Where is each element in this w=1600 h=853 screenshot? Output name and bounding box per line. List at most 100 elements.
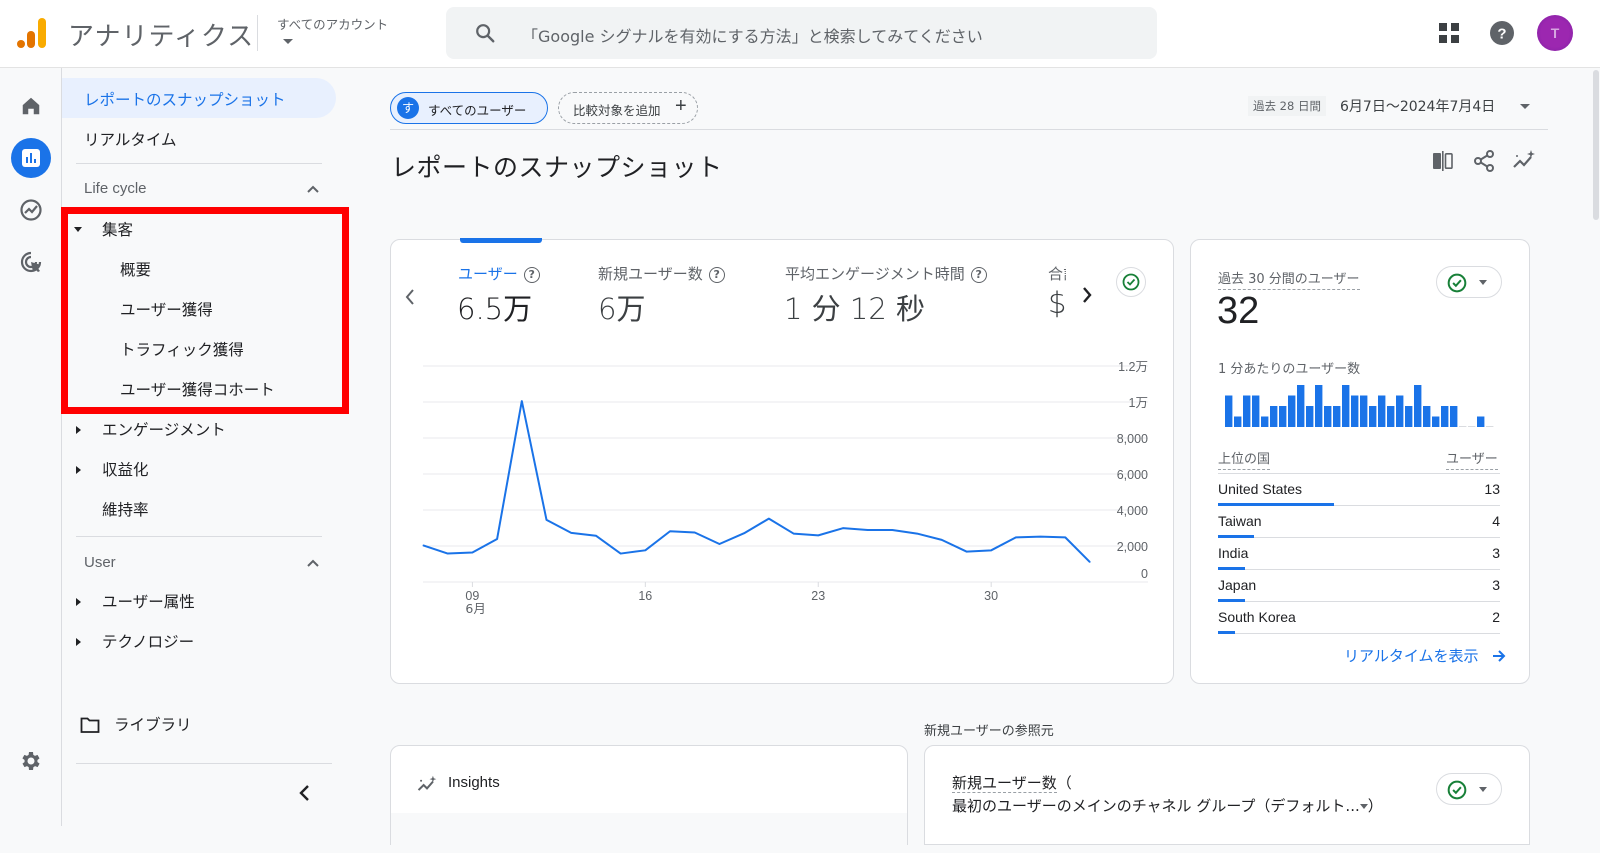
per-minute-bar[interactable] [1324,406,1332,427]
per-minute-bar[interactable] [1405,406,1413,427]
per-minute-bar[interactable] [1270,406,1278,427]
per-minute-bar[interactable] [1279,406,1287,427]
app-title: アナリティクス [68,22,255,52]
insights-sparkle-icon[interactable] [1511,148,1537,174]
per-minute-bar[interactable] [1333,406,1341,427]
per-minute-bar[interactable] [1261,416,1269,428]
account-selector[interactable]: すべてのアカウント [277,14,388,44]
nav-item-technology[interactable]: テクノロジー [102,630,194,652]
caret-right-icon[interactable] [76,426,81,434]
source-status-dropdown[interactable] [1436,773,1502,805]
y-tick-label: 2,000 [1117,540,1148,554]
page-scrollbar[interactable] [1593,70,1599,220]
metric-status-button[interactable] [1116,267,1146,297]
view-realtime-link[interactable]: リアルタイムを表示 [1344,645,1507,666]
analytics-logo[interactable] [16,17,48,49]
nav-item-demographics[interactable]: ユーザー属性 [102,590,195,612]
caret-down-icon[interactable] [1359,804,1368,809]
nav-item-engagement[interactable]: エンゲージメント [102,418,226,440]
help-icon[interactable]: ? [1489,20,1515,46]
series-line-users[interactable] [422,400,1091,563]
share-icon[interactable] [1471,148,1497,174]
chevron-up-icon[interactable] [306,182,320,196]
per-minute-bar[interactable] [1378,395,1386,428]
page-title: レポートのスナップショット [391,153,723,182]
caret-right-icon[interactable] [76,598,81,606]
per-minute-bar[interactable] [1396,395,1404,428]
apps-grid-icon[interactable] [1436,20,1462,46]
country-name: Japan [1218,577,1257,593]
data-point [570,532,572,534]
countries-header[interactable]: 上位の国 [1218,448,1271,470]
date-preset-badge: 過去 28 日間 [1248,96,1326,116]
country-row: India 3 [1218,538,1500,570]
per-minute-bar[interactable] [1351,395,1359,428]
per-minute-bar[interactable] [1360,395,1368,428]
per-minute-bar[interactable] [1468,426,1476,427]
metric-value: 6万 [598,292,646,326]
source-dimension-label[interactable]: 最初のユーザーのメインのチャネル グループ（デフォルト... [952,797,1360,815]
nav-item-monetization[interactable]: 収益化 [102,458,149,480]
divider [76,763,332,764]
chevron-left-icon[interactable] [404,288,416,306]
target-cursor-icon [20,251,42,273]
rail-settings[interactable] [11,741,51,781]
per-minute-bar[interactable] [1387,406,1395,427]
per-minute-bar[interactable] [1432,416,1440,428]
per-minute-bar[interactable] [1477,416,1485,428]
help-icon[interactable]: ? [523,267,540,283]
y-tick-label: 1.2万 [1118,360,1148,374]
nav-item-snapshot[interactable]: レポートのスナップショット [62,78,336,118]
help-icon[interactable]: ? [708,267,725,283]
chevron-right-icon[interactable] [1081,286,1093,304]
divider [76,536,322,537]
data-point [842,527,844,529]
per-minute-bar[interactable] [1486,426,1494,427]
realtime-status-dropdown[interactable] [1436,266,1502,298]
section-caption-new-user-source: 新規ユーザーの参照元 [924,724,1054,739]
caret-down-icon[interactable] [1520,104,1530,109]
caret-right-icon[interactable] [76,638,81,646]
per-minute-bar[interactable] [1243,395,1251,428]
per-minute-bar[interactable] [1315,385,1323,427]
per-minute-bar[interactable] [1252,395,1260,428]
check-circle-icon [1122,273,1140,291]
add-comparison-button[interactable]: 比較対象を追加 + [558,92,698,124]
per-minute-bar[interactable] [1306,406,1314,427]
chevron-up-icon[interactable] [306,556,320,570]
metric-tab-total[interactable]: 合計 $ [1048,258,1066,322]
per-minute-bar[interactable] [1441,406,1449,427]
date-range-picker[interactable]: 6月7日～2024年7月4日 [1340,96,1495,116]
country-row: United States 13 [1218,474,1500,506]
users-header[interactable]: ユーザー [1446,448,1498,470]
compare-columns-icon[interactable] [1430,148,1456,174]
country-users: 2 [1492,609,1500,625]
per-minute-bar[interactable] [1342,385,1350,427]
rail-advertising[interactable] [11,242,51,282]
per-minute-bar[interactable] [1225,395,1233,428]
new-user-source-title[interactable]: 新規ユーザー数（ 最初のユーザーのメインのチャネル グループ（デフォルト... ） [952,772,1383,818]
help-icon[interactable]: ? [970,267,987,283]
nav-item-library[interactable]: ライブラリ [114,713,192,735]
rail-explore[interactable] [11,190,51,230]
per-minute-bar[interactable] [1423,406,1431,427]
caret-right-icon[interactable] [76,466,81,474]
rail-reports[interactable] [11,138,51,178]
per-minute-bar[interactable] [1234,416,1242,428]
rail-home[interactable] [11,86,51,126]
per-minute-bar[interactable] [1450,406,1458,427]
y-tick-label: 1万 [1129,396,1148,410]
per-minute-bar[interactable] [1414,385,1422,427]
collapse-nav-icon[interactable] [298,784,312,802]
section-user[interactable]: User [84,554,116,571]
segment-chip-all-users[interactable]: す すべてのユーザー [390,92,548,124]
per-minute-bar[interactable] [1459,426,1467,427]
nav-item-retention[interactable]: 維持率 [102,498,149,520]
per-minute-bar[interactable] [1369,406,1377,427]
per-minute-bar[interactable] [1288,395,1296,428]
nav-item-realtime[interactable]: リアルタイム [84,128,177,150]
search-input[interactable]: 「Google シグナルを有効にする方法」と検索してみてください [446,7,1157,59]
section-lifecycle[interactable]: Life cycle [84,180,147,197]
avatar[interactable]: T [1537,15,1573,51]
per-minute-bar[interactable] [1297,385,1305,427]
